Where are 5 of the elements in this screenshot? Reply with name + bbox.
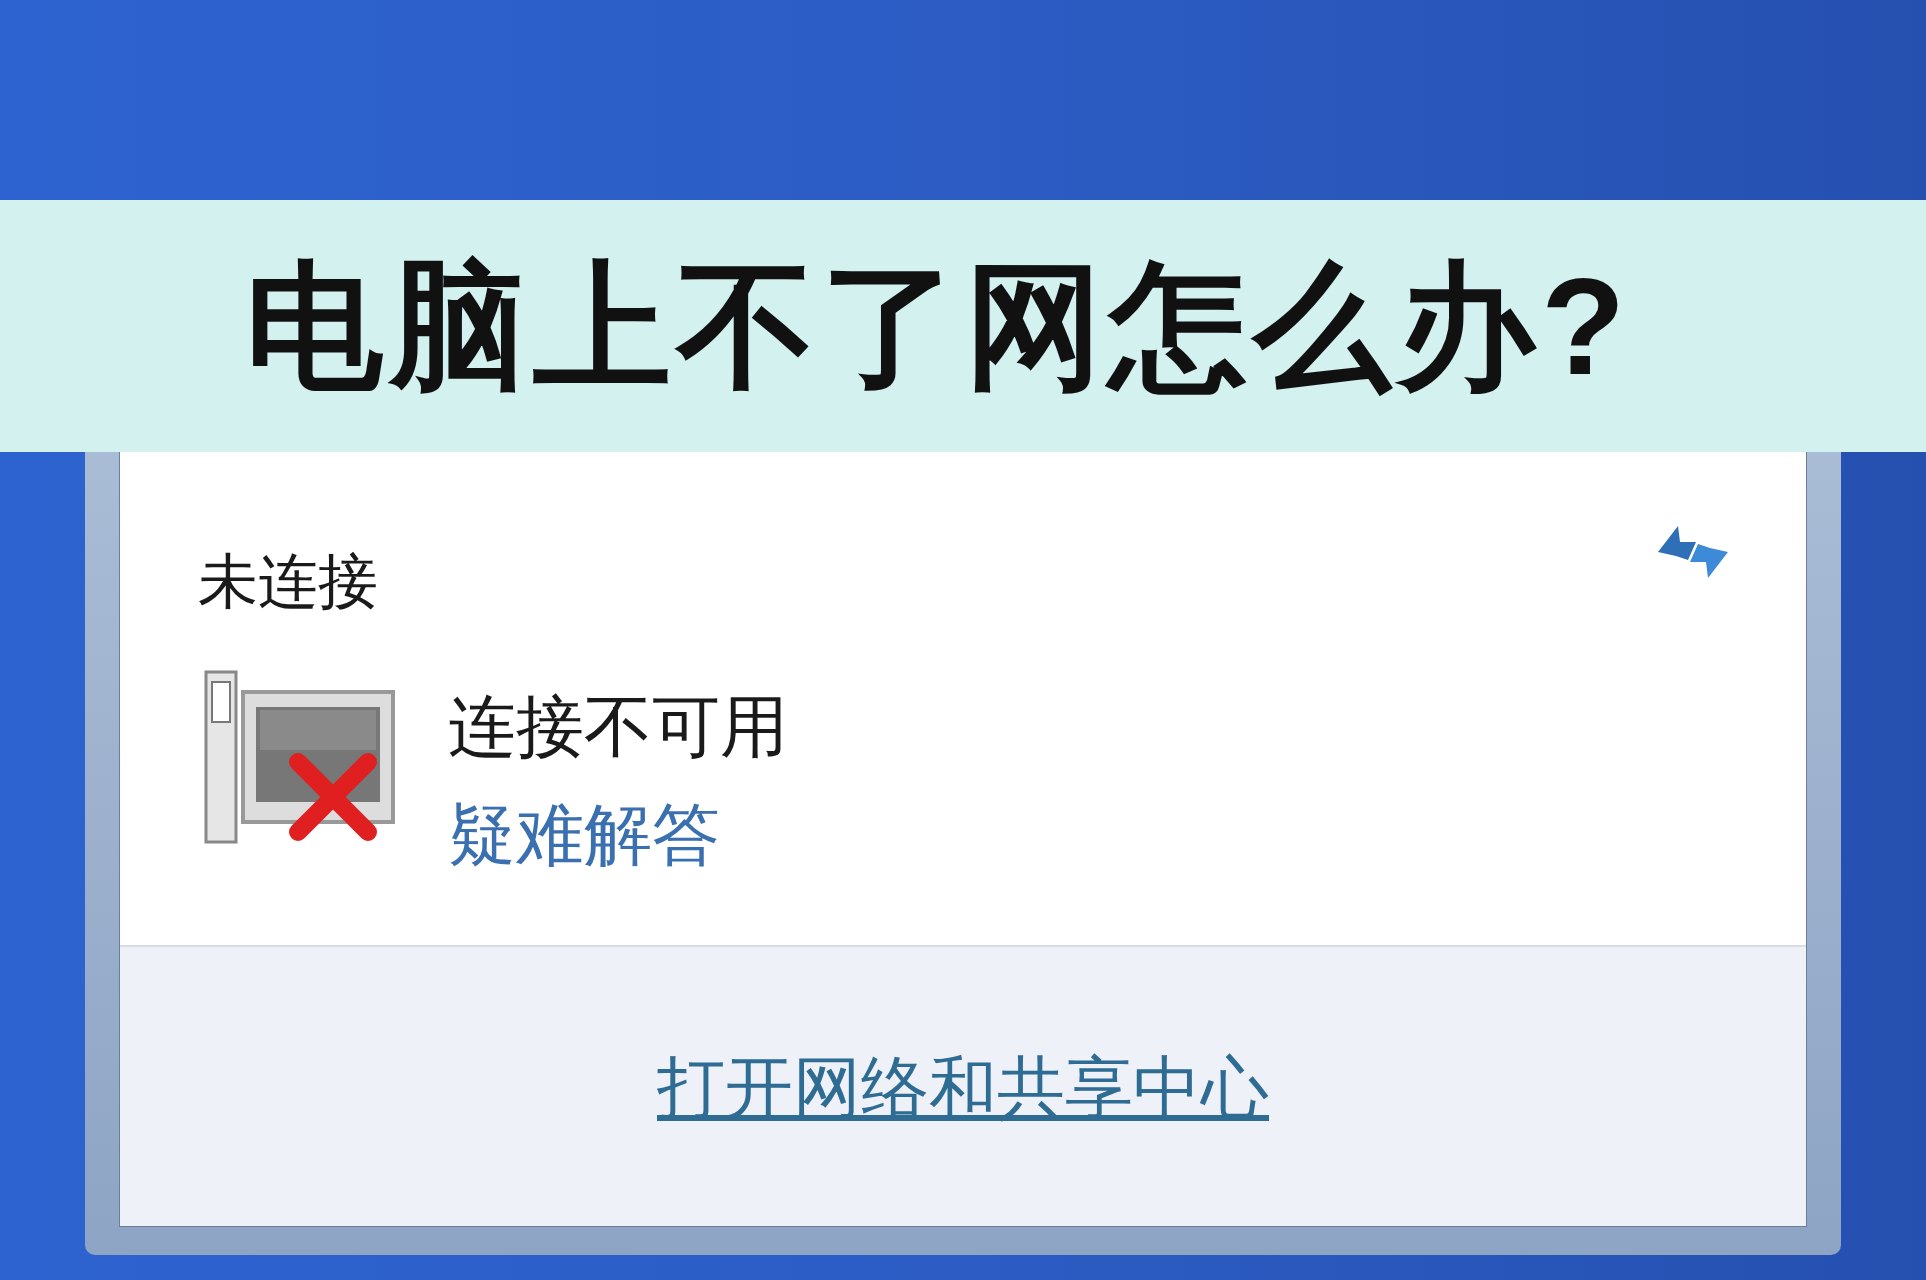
connection-status: 连接不可用 <box>448 692 788 760</box>
network-center-link[interactable]: 打开网络和共享中心 <box>657 1052 1269 1121</box>
banner-title: 电脑上不了网怎么办? <box>245 257 1632 395</box>
troubleshoot-link[interactable]: 疑难解答 <box>448 800 788 868</box>
section-heading: 未连接 <box>198 552 378 612</box>
